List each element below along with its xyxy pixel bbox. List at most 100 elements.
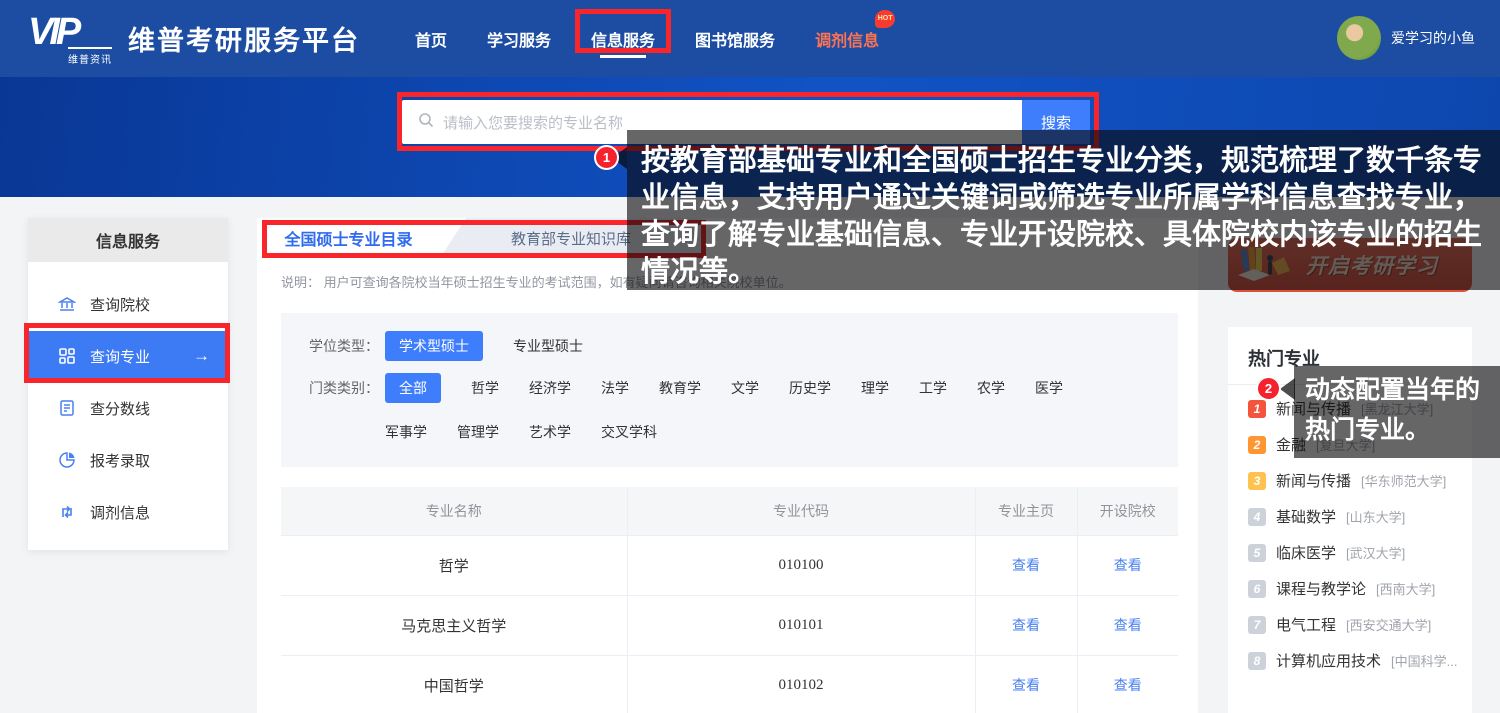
table-row: 中国哲学010102 查看 查看 [281, 655, 1178, 713]
nav-item-调剂信息[interactable]: 调剂信息HOT [815, 27, 879, 51]
sidebar-item-调剂信息[interactable]: 调剂信息 [28, 486, 228, 538]
hot-major-item[interactable]: 6 课程与教学论 [西南大学] [1248, 578, 1472, 599]
table-row: 哲学010100 查看 查看 [281, 535, 1178, 595]
hot-major-item[interactable]: 8 计算机应用技术 [中国科学... [1248, 650, 1472, 671]
grid-icon [58, 347, 76, 365]
hot-major-school: [华东师范大学] [1361, 471, 1446, 490]
major-code-cell: 010101 [627, 595, 975, 655]
hot-major-school: [武汉大学] [1346, 543, 1405, 562]
schools-cell: 查看 [1077, 535, 1178, 595]
hot-major-item[interactable]: 7电气工程[西安交通大学] [1248, 614, 1472, 635]
filter-label: 学位类型： [309, 331, 385, 361]
sidebar-item-查询专业[interactable]: 查询专业 → [28, 331, 228, 381]
sidebar-item-查询院校[interactable]: 查询院校 [28, 278, 228, 330]
site-logo[interactable]: VIP 维普资讯 维普考研服务平台 [28, 10, 360, 66]
hot-major-school: [西南大学] [1376, 579, 1435, 598]
sidebar-item-label: 查询院校 [90, 294, 150, 315]
rank-badge: 2 [1248, 436, 1266, 454]
rank-badge: 4 [1248, 508, 1266, 526]
page: VIP 维普资讯 维普考研服务平台 首页学习服务信息服务图书馆服务调剂信息HOT… [0, 0, 1500, 713]
filter-chip-医学[interactable]: 医学 [1035, 373, 1063, 403]
tooltip-arrow-icon [1280, 378, 1295, 400]
view-link[interactable]: 查看 [1012, 557, 1040, 573]
annotation-number-1: 1 [594, 145, 619, 170]
rank-badge: 8 [1248, 652, 1266, 670]
filter-chip-工学[interactable]: 工学 [919, 373, 947, 403]
filter-chip-管理学[interactable]: 管理学 [457, 417, 499, 447]
note-label: 说明： [281, 275, 320, 290]
sidebar-item-label: 查分数线 [90, 398, 150, 419]
hot-major-name: 基础数学 [1276, 506, 1336, 527]
filter-chip-法学[interactable]: 法学 [601, 373, 629, 403]
hot-major-school: [中国科学... [1391, 651, 1457, 670]
hot-major-name: 课程与教学论 [1276, 578, 1366, 599]
school-icon [58, 295, 76, 313]
tab-全国硕士专业目录[interactable]: 全国硕士专业目录 [257, 218, 440, 258]
rank-badge: 1 [1248, 400, 1266, 418]
schools-cell: 查看 [1077, 655, 1178, 713]
rank-badge: 3 [1248, 472, 1266, 490]
rank-badge: 6 [1248, 580, 1266, 598]
hot-flame-icon: HOT [875, 10, 895, 28]
major-code-cell: 010100 [627, 535, 975, 595]
filter-chip-教育学[interactable]: 教育学 [659, 373, 701, 403]
filter-options: 学术型硕士专业型硕士 [385, 331, 1095, 361]
hot-major-school: [西安交通大学] [1346, 615, 1431, 634]
filter-chip-农学[interactable]: 农学 [977, 373, 1005, 403]
major-name-cell: 马克思主义哲学 [281, 595, 627, 655]
pie-icon [58, 451, 76, 469]
nav-item-学习服务[interactable]: 学习服务 [487, 27, 551, 51]
major-code-cell: 010102 [627, 655, 975, 713]
logo-subtitle: 维普资讯 [68, 47, 112, 66]
score-icon [58, 399, 76, 417]
hot-major-name: 计算机应用技术 [1276, 650, 1381, 671]
vip-logo-icon: VIP 维普资讯 [28, 10, 114, 66]
major-name-cell: 哲学 [281, 535, 627, 595]
left-sidebar: 信息服务 查询院校查询专业→查分数线报考录取调剂信息 [28, 218, 228, 550]
nav-item-首页[interactable]: 首页 [415, 27, 447, 51]
filter-chip-军事学[interactable]: 军事学 [385, 417, 427, 447]
sidebar-item-报考录取[interactable]: 报考录取 [28, 434, 228, 486]
avatar[interactable] [1337, 16, 1381, 60]
sidebar-item-label: 报考录取 [90, 450, 150, 471]
hot-major-item[interactable]: 3新闻与传播[华东师范大学] [1248, 470, 1472, 491]
sidebar-list: 查询院校查询专业 → 查分数线报考录取调剂信息 [28, 262, 228, 538]
hot-major-school: [山东大学] [1346, 507, 1405, 526]
annotation-tooltip-1: 按教育部基础专业和全国硕士招生专业分类，规范梳理了数千条专业信息，支持用户通过关… [627, 130, 1500, 290]
hot-major-item[interactable]: 5临床医学[武汉大学] [1248, 542, 1472, 563]
filter-chip-哲学[interactable]: 哲学 [471, 373, 499, 403]
major-name-cell: 中国哲学 [281, 655, 627, 713]
nav-menu: 首页 学习服务 信息服务 图书馆服务 调剂信息HOT [415, 0, 879, 77]
sidebar-item-label: 查询专业 [90, 346, 150, 367]
username: 爱学习的小鱼 [1391, 28, 1475, 48]
nav-item-图书馆服务[interactable]: 图书馆服务 [695, 27, 775, 51]
view-link[interactable]: 查看 [1012, 677, 1040, 693]
user-account[interactable]: 爱学习的小鱼 [1337, 16, 1475, 60]
sidebar-item-查分数线[interactable]: 查分数线 [28, 382, 228, 434]
site-title: 维普考研服务平台 [128, 19, 360, 58]
view-link[interactable]: 查看 [1114, 617, 1142, 633]
rank-badge: 7 [1248, 616, 1266, 634]
view-link[interactable]: 查看 [1012, 617, 1040, 633]
filter-chip-专业型硕士[interactable]: 专业型硕士 [513, 331, 583, 361]
filter-chip-文学[interactable]: 文学 [731, 373, 759, 403]
hot-major-item[interactable]: 4 基础数学 [山东大学] [1248, 506, 1472, 527]
filter-chip-交叉学科[interactable]: 交叉学科 [601, 417, 657, 447]
filter-chip-历史学[interactable]: 历史学 [789, 373, 831, 403]
active-tab-underline [600, 55, 646, 58]
top-navbar: VIP 维普资讯 维普考研服务平台 首页 学习服务 信息服务 图书馆服务 调剂信息HOT… [0, 0, 1500, 77]
view-link[interactable]: 查看 [1114, 677, 1142, 693]
filter-chip-全部[interactable]: 全部 [385, 373, 441, 403]
filter-chip-经济学[interactable]: 经济学 [529, 373, 571, 403]
annotation-tooltip-2: 动态配置当年的热门专业。 [1294, 366, 1500, 458]
main-panel: 全国硕士专业目录教育部专业知识库 说明： 用户可查询各院校当年硕士招生专业的考试… [257, 218, 1198, 713]
filter-chip-艺术学[interactable]: 艺术学 [529, 417, 571, 447]
major-home-cell: 查看 [975, 535, 1077, 595]
filter-chip-理学[interactable]: 理学 [861, 373, 889, 403]
view-link[interactable]: 查看 [1114, 557, 1142, 573]
arrow-right-icon: → [193, 346, 210, 366]
schools-cell: 查看 [1077, 595, 1178, 655]
filter-chip-学术型硕士[interactable]: 学术型硕士 [385, 331, 483, 361]
filter-row: 学位类型：学术型硕士专业型硕士 [309, 331, 1178, 361]
nav-item-信息服务[interactable]: 信息服务 [591, 27, 655, 51]
